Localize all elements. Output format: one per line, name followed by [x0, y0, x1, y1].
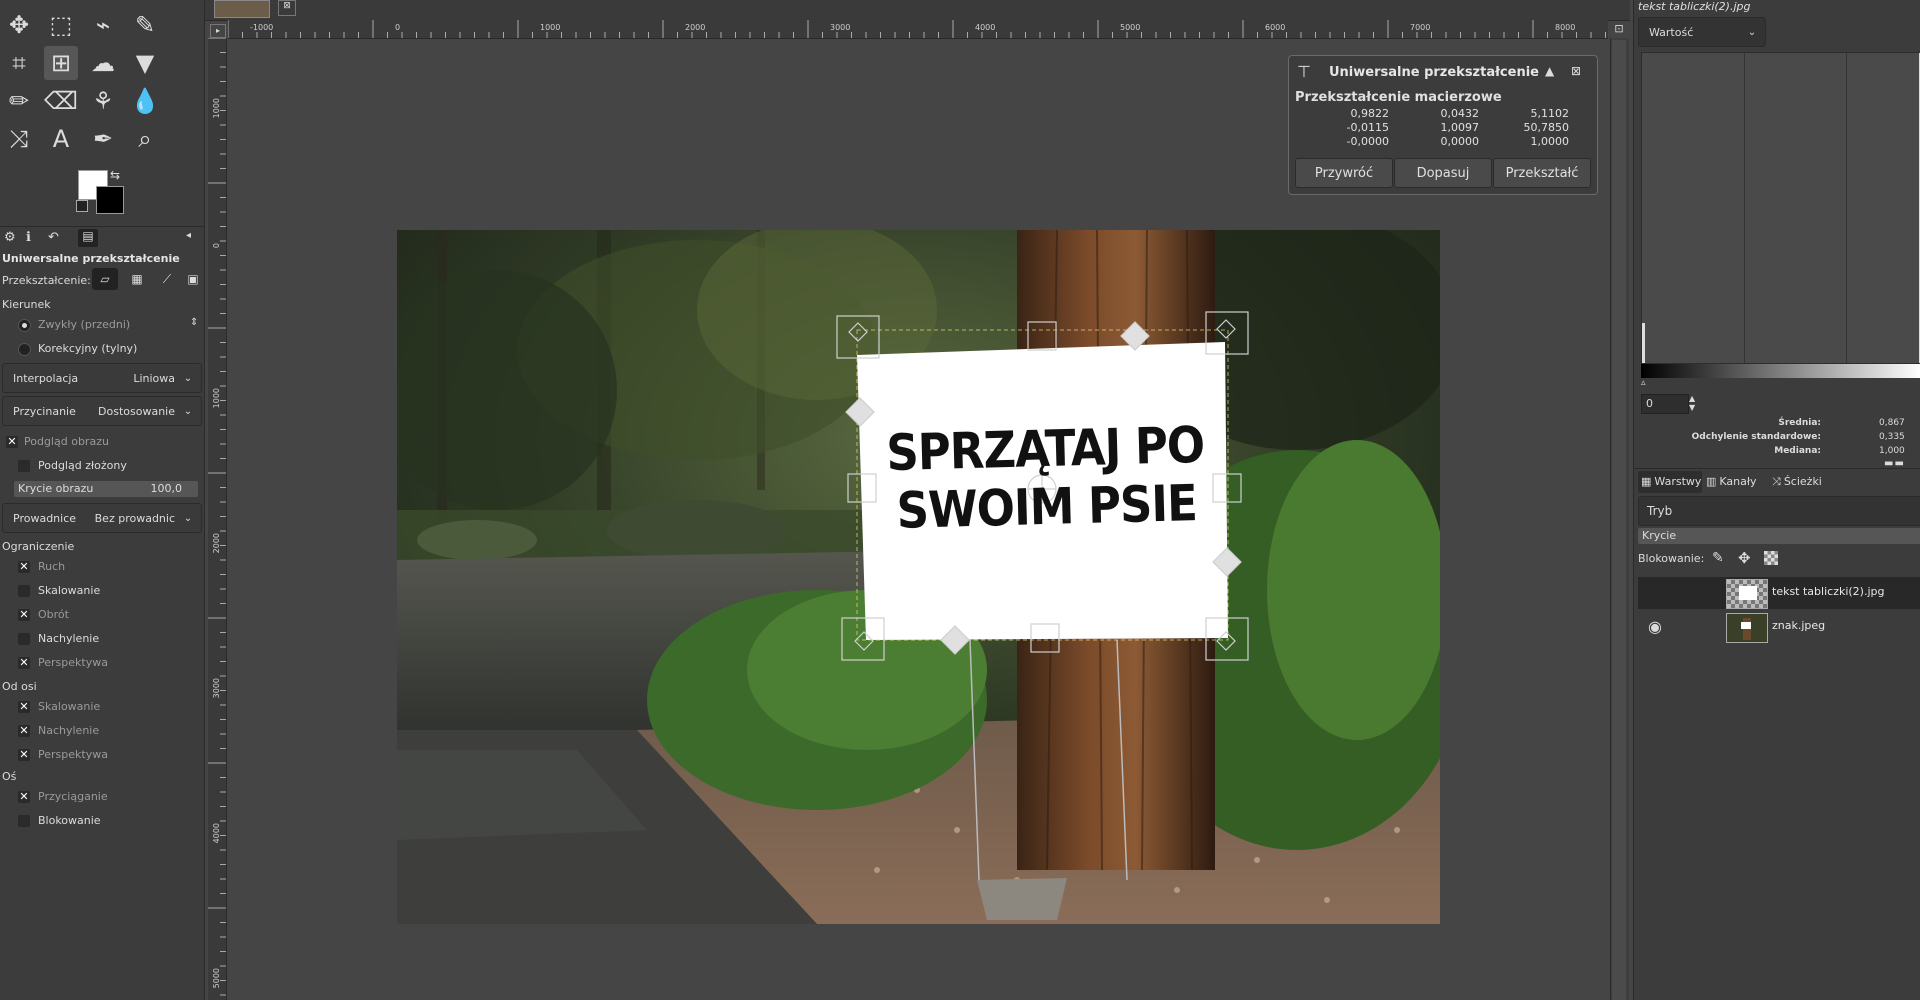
- lock-alpha-icon[interactable]: [1764, 551, 1778, 565]
- layer-mode-combo[interactable]: Tryb: [1638, 496, 1920, 526]
- mean-label: Średnia:: [1778, 418, 1821, 428]
- layer-row-tekst[interactable]: tekst tabliczki(2).jpg: [1638, 577, 1920, 609]
- matrix-cell: 0,9822: [1350, 107, 1390, 120]
- sign-line-2: SWOIM PSIE: [895, 474, 1198, 540]
- scrollbar-thumb[interactable]: [1612, 40, 1626, 1000]
- matrix-cell: 0,0432: [1440, 107, 1480, 120]
- layer-opacity-slider[interactable]: Krycie: [1638, 528, 1920, 544]
- std-value: 0,335: [1879, 432, 1905, 442]
- layer-visibility-off[interactable]: [1652, 585, 1668, 599]
- close-icon[interactable]: ⊠: [1571, 64, 1581, 78]
- lock-pixels-icon[interactable]: ✎: [1712, 550, 1724, 566]
- perspective-handle-tl[interactable]: [848, 322, 868, 342]
- histogram-graph[interactable]: [1641, 52, 1920, 364]
- dialog-title: Uniwersalne przekształcenie: [1329, 65, 1539, 80]
- layers-tab-icon: ▦: [1641, 475, 1652, 488]
- perspective-handle-tr[interactable]: [1216, 319, 1236, 339]
- readjust-button[interactable]: Dopasuj: [1394, 158, 1492, 188]
- matrix-cell: 50,7850: [1523, 121, 1570, 134]
- histogram-channel-value: Wartość: [1649, 25, 1694, 39]
- tab-layers-label: Warstwy: [1654, 475, 1702, 488]
- tab-channels[interactable]: ▥ Kanały: [1706, 471, 1768, 493]
- dialog-collapse-icon[interactable]: ▲: [1545, 64, 1554, 78]
- channels-tab-icon: ▥: [1706, 475, 1717, 488]
- std-label: Odchylenie standardowe:: [1691, 432, 1821, 442]
- tab-paths-label: Ścieżki: [1783, 475, 1822, 488]
- lock-label: Blokowanie:: [1638, 552, 1705, 565]
- layer-thumbnail: [1726, 613, 1768, 643]
- edge-handle-top[interactable]: [1027, 321, 1057, 351]
- range-start-input[interactable]: 0: [1641, 394, 1689, 414]
- range-marker-icon[interactable]: ▵: [1641, 378, 1646, 388]
- tab-channels-label: Kanały: [1719, 475, 1757, 488]
- range-spin-icon[interactable]: ▲ ▼: [1689, 394, 1695, 412]
- median-label: Mediana:: [1774, 446, 1821, 456]
- tab-paths[interactable]: ⤨ Ścieżki: [1772, 471, 1842, 493]
- layer-row-znak[interactable]: ◉ znak.jpeg: [1638, 611, 1920, 643]
- layer-name: tekst tabliczki(2).jpg: [1772, 585, 1885, 598]
- sign-text: SPRZĄTAJ PO SWOIM PSIE: [859, 415, 1234, 541]
- matrix-cell: 0,0000: [1440, 135, 1480, 148]
- unified-transform-dialog: ⊤ Uniwersalne przekształcenie ▲ ⊠ Przeks…: [1288, 55, 1598, 195]
- chevron-down-icon: ⌄: [1747, 26, 1757, 38]
- vertical-scrollbar[interactable]: [1610, 38, 1629, 1000]
- matrix-cell: 1,0000: [1530, 135, 1570, 148]
- histogram-gradient-bar: [1641, 364, 1920, 378]
- layers-dock-tabs: ▦ Warstwy ▥ Kanały ⤨ Ścieżki: [1634, 468, 1920, 495]
- median-value: 1,000: [1879, 446, 1905, 456]
- navigate-icon[interactable]: ⊡: [1612, 22, 1626, 36]
- matrix-cell: 5,1102: [1530, 107, 1570, 120]
- matrix-cell: -0,0000: [1346, 135, 1389, 148]
- reset-button[interactable]: Przywróć: [1295, 158, 1393, 188]
- matrix-cell: -0,0115: [1346, 121, 1389, 134]
- matrix-label: Przekształcenie macierzowe: [1295, 90, 1502, 105]
- paths-tab-icon: ⤨: [1772, 475, 1781, 488]
- tab-layers[interactable]: ▦ Warstwy: [1638, 471, 1702, 493]
- eye-icon[interactable]: ◉: [1648, 617, 1662, 636]
- histogram-image-name: tekst tabliczki(2).jpg: [1638, 0, 1751, 13]
- transform-button[interactable]: Przekształć: [1493, 158, 1591, 188]
- layer-thumbnail: [1726, 579, 1768, 609]
- layer-name: znak.jpeg: [1772, 619, 1826, 632]
- mean-value: 0,867: [1879, 418, 1905, 428]
- histogram-channel-combo[interactable]: Wartość ⌄: [1638, 17, 1766, 47]
- unified-transform-icon: ⊤: [1297, 62, 1311, 81]
- lock-position-icon[interactable]: ✥: [1738, 549, 1751, 567]
- sign-line-1: SPRZĄTAJ PO: [885, 415, 1205, 483]
- right-dock: tekst tabliczki(2).jpg Wartość ⌄ ▵ 0 ▲ ▼ …: [1633, 0, 1920, 1000]
- matrix-cell: 1,0097: [1440, 121, 1480, 134]
